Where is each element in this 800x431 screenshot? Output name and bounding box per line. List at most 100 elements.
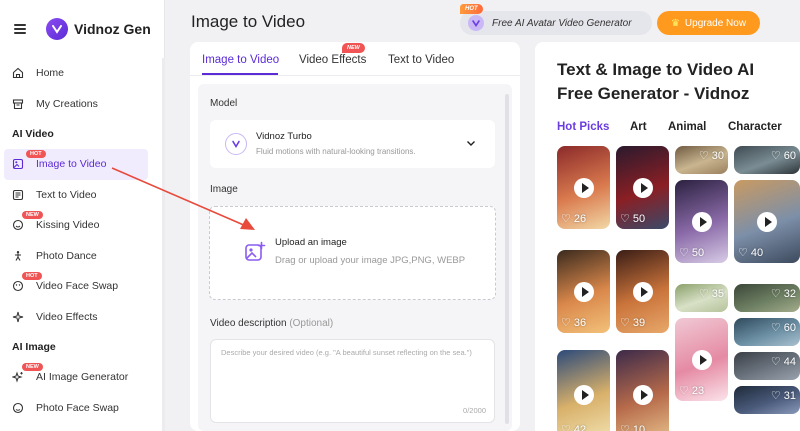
heart-icon[interactable]: ♡ xyxy=(620,212,630,225)
like-count: ♡ 36 xyxy=(561,316,586,330)
like-number: 40 xyxy=(750,246,764,259)
add-image-icon xyxy=(245,241,266,261)
tab-art[interactable]: Art xyxy=(630,121,647,133)
heart-icon[interactable]: ♡ xyxy=(771,355,781,368)
heart-icon[interactable]: ♡ xyxy=(561,212,571,225)
like-count: ♡ 39 xyxy=(620,316,645,330)
showcase-thumbnail[interactable]: ♡ 39 xyxy=(616,250,669,333)
upload-title: Upload an image xyxy=(275,237,347,248)
video-description-input[interactable]: Describe your desired video (e.g. "A bea… xyxy=(210,339,495,423)
sidebar-item-text-to-video[interactable]: Text to Video xyxy=(0,180,164,211)
sidebar-item-my-creations[interactable]: My Creations xyxy=(0,89,164,120)
like-count: ♡ 40 xyxy=(738,246,764,260)
tab-video-effects[interactable]: Video Effects xyxy=(299,54,366,66)
play-icon[interactable] xyxy=(573,385,594,405)
heart-icon[interactable]: ♡ xyxy=(771,149,781,162)
showcase-thumbnail[interactable]: ♡ 50 xyxy=(616,146,669,229)
tab-character[interactable]: Character xyxy=(728,121,782,133)
play-icon[interactable] xyxy=(632,281,653,302)
active-tab-underline xyxy=(202,73,278,75)
vidnoz-logo-icon[interactable] xyxy=(46,18,68,40)
heart-icon[interactable]: ♡ xyxy=(561,423,571,431)
heart-icon[interactable]: ♡ xyxy=(561,316,571,329)
like-count: ♡ 32 xyxy=(771,287,796,301)
play-icon[interactable] xyxy=(632,177,653,198)
showcase-thumbnail[interactable]: ♡ 44 xyxy=(734,352,800,380)
sidebar-item-video-effects[interactable]: Video Effects xyxy=(0,302,164,333)
play-icon[interactable] xyxy=(573,281,594,302)
showcase-thumbnail[interactable]: ♡ 42 xyxy=(557,350,610,431)
showcase-thumbnail[interactable]: ♡ 10 xyxy=(616,350,669,431)
tab-hot-picks[interactable]: Hot Picks xyxy=(557,121,609,133)
heart-icon[interactable]: ♡ xyxy=(620,423,630,431)
showcase-thumbnail[interactable]: ♡ 40 xyxy=(734,180,800,263)
play-icon[interactable] xyxy=(632,385,653,405)
heart-icon[interactable]: ♡ xyxy=(771,321,781,334)
image-upload-dropzone[interactable]: Upload an image Drag or upload your imag… xyxy=(209,206,496,300)
showcase-thumbnail[interactable]: ♡ 31 xyxy=(734,386,800,414)
showcase-thumbnail[interactable]: ♡ 26 xyxy=(557,146,610,229)
showcase-thumbnail[interactable]: ♡ 30 xyxy=(675,146,728,174)
sidebar-item-kissing-video[interactable]: NEW Kissing Video xyxy=(0,210,164,241)
heart-icon[interactable]: ♡ xyxy=(679,246,689,259)
heart-icon[interactable]: ♡ xyxy=(699,149,709,162)
text-video-icon xyxy=(12,189,24,201)
heart-icon[interactable]: ♡ xyxy=(679,384,689,397)
tab-animal[interactable]: Animal xyxy=(668,121,706,133)
avatar-promo-button[interactable]: HOT Free AI Avatar Video Generator xyxy=(460,4,652,35)
showcase-thumbnail[interactable]: ♡ 50 xyxy=(675,180,728,263)
tab-text-to-video[interactable]: Text to Video xyxy=(388,54,454,66)
sidebar-item-image-to-video[interactable]: HOT Image to Video xyxy=(4,149,148,180)
sidebar-item-label: Kissing Video xyxy=(36,219,100,232)
model-name: Vidnoz Turbo xyxy=(256,131,312,142)
heart-icon[interactable]: ♡ xyxy=(620,316,630,329)
showcase-thumbnail[interactable]: ♡ 23 xyxy=(675,318,728,401)
like-number: 60 xyxy=(783,321,796,334)
photo-swap-icon xyxy=(12,402,24,414)
showcase-thumbnail[interactable]: ♡ 35 xyxy=(675,284,728,312)
sidebar-item-video-face-swap[interactable]: HOT Video Face Swap xyxy=(0,271,164,302)
like-number: 50 xyxy=(632,212,646,225)
like-count: ♡ 50 xyxy=(679,246,704,260)
panel-scrollbar[interactable] xyxy=(505,94,509,424)
home-icon xyxy=(12,67,24,79)
sidebar-item-label: My Creations xyxy=(36,97,98,110)
play-icon[interactable] xyxy=(757,211,777,232)
heart-icon[interactable]: ♡ xyxy=(771,389,781,402)
heart-icon[interactable]: ♡ xyxy=(699,287,709,300)
tab-image-to-video[interactable]: Image to Video xyxy=(202,54,279,66)
sidebar-item-ai-image-generator[interactable]: NEW AI Image Generator xyxy=(0,362,164,393)
like-number: 44 xyxy=(783,355,796,368)
play-icon[interactable] xyxy=(573,177,594,198)
archive-icon xyxy=(12,98,24,110)
sidebar-item-label: AI Image Generator xyxy=(36,371,129,384)
model-select[interactable]: Vidnoz Turbo Fluid motions with natural-… xyxy=(210,120,495,168)
heart-icon[interactable]: ♡ xyxy=(738,246,748,259)
brand-name[interactable]: Vidnoz Gen xyxy=(74,21,151,37)
description-placeholder: Describe your desired video (e.g. "A bea… xyxy=(221,348,472,357)
like-number: 35 xyxy=(711,287,724,300)
play-icon[interactable] xyxy=(691,211,712,232)
sidebar-item-photo-dance[interactable]: Photo Dance xyxy=(0,241,164,272)
model-label: Model xyxy=(210,98,238,109)
showcase-thumbnail[interactable]: ♡ 60 xyxy=(734,318,800,346)
generator-panel: Image to Video Video Effects NEW Text to… xyxy=(190,42,520,431)
upgrade-label: Upgrade Now xyxy=(684,17,747,29)
page-title: Image to Video xyxy=(191,12,306,31)
like-number: 23 xyxy=(691,384,705,397)
sidebar-scrollbar[interactable] xyxy=(162,58,165,431)
sidebar-item-home[interactable]: Home xyxy=(0,58,164,89)
upgrade-button[interactable]: ♛ Upgrade Now xyxy=(657,11,760,35)
showcase-thumbnail[interactable]: ♡ 60 xyxy=(734,146,800,174)
play-icon[interactable] xyxy=(691,349,712,370)
heart-icon[interactable]: ♡ xyxy=(771,287,781,300)
like-count: ♡ 10 xyxy=(620,423,645,431)
chevron-down-icon xyxy=(467,141,475,146)
showcase-thumbnail[interactable]: ♡ 32 xyxy=(734,284,800,312)
dance-icon xyxy=(12,250,24,262)
sidebar-item-label: Photo Face Swap xyxy=(36,401,119,414)
menu-icon[interactable] xyxy=(14,24,26,34)
showcase-thumbnail[interactable]: ♡ 36 xyxy=(557,250,610,333)
sidebar-item-label: Photo Dance xyxy=(36,249,97,262)
sidebar-item-photo-face-swap[interactable]: Photo Face Swap xyxy=(0,393,164,424)
